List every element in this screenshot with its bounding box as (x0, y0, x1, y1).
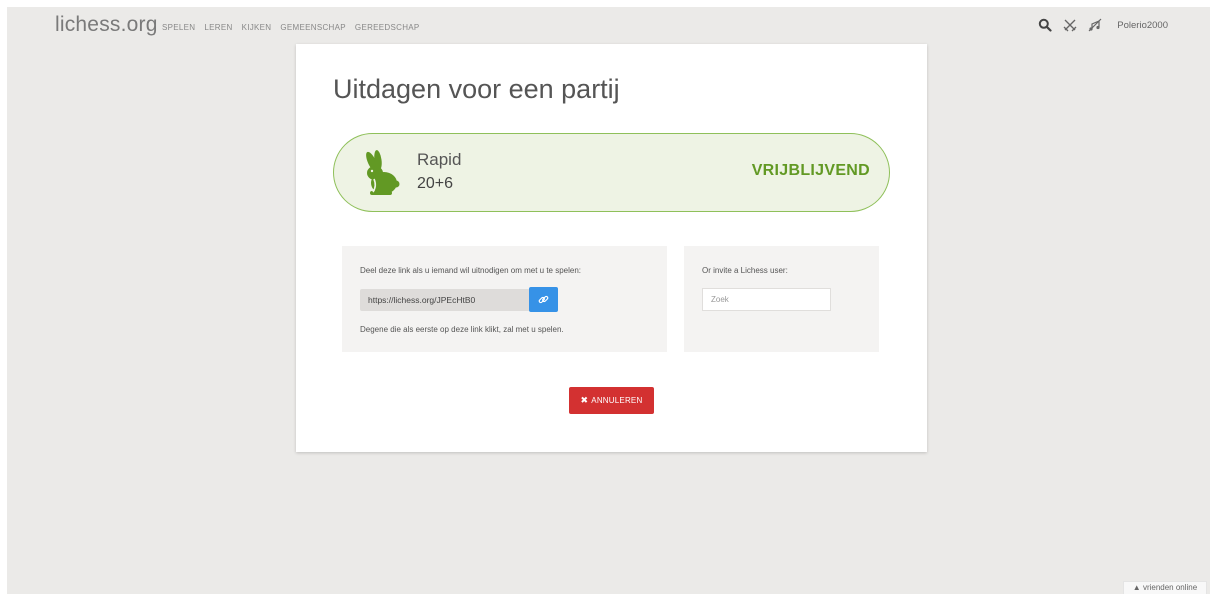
rated-mode: VRIJBLIJVEND (751, 162, 870, 179)
challenge-url-field[interactable]: https://lichess.org/JPEcHtB0 (360, 289, 530, 311)
time-control: 20+6 (417, 175, 454, 192)
cancel-label: ANNULEREN (591, 396, 643, 405)
logo-tld: .org (120, 13, 158, 36)
nav-item-spelen[interactable]: SPELEN (162, 23, 195, 32)
username-link[interactable]: Polerio2000 (1117, 20, 1168, 31)
main-nav: SPELEN LEREN KIJKEN GEMEENSCHAP GEREEDSC… (162, 23, 420, 32)
cancel-button[interactable]: ✖ ANNULEREN (569, 387, 654, 414)
friends-online-label: vrienden online (1142, 583, 1198, 592)
share-note: Degene die als eerste op deze link klikt… (360, 325, 564, 334)
close-icon: ✖ (580, 395, 589, 405)
share-instruction: Deel deze link als u iemand wil uitnodig… (360, 266, 582, 275)
header-tools: Polerio2000 (1038, 18, 1168, 32)
nav-item-gereedschap[interactable]: GEREEDSCHAP (355, 23, 420, 32)
link-icon (538, 295, 549, 304)
share-link-panel: Deel deze link als u iemand wil uitnodig… (342, 246, 667, 352)
friends-online-toggle[interactable]: ▲ vrienden online (1123, 581, 1207, 594)
logo-text: lichess (55, 13, 121, 36)
top-bar: lichess.org SPELEN LEREN KIJKEN GEMEENSC… (7, 7, 1210, 47)
challenge-card: Uitdagen voor een partij Rapid 20+6 VRIJ… (296, 44, 927, 452)
invite-label: Or invite a Lichess user: (702, 266, 788, 275)
swords-icon[interactable] (1063, 18, 1077, 32)
user-search-input[interactable]: Zoek (702, 288, 831, 311)
page-title: Uitdagen voor een partij (333, 74, 620, 104)
speed-label: Rapid (417, 150, 462, 169)
page-frame: lichess.org SPELEN LEREN KIJKEN GEMEENSC… (7, 7, 1210, 594)
copy-link-button[interactable] (529, 287, 558, 312)
sound-off-icon[interactable] (1088, 18, 1102, 32)
invite-user-panel: Or invite a Lichess user: Zoek (684, 246, 879, 352)
site-logo[interactable]: lichess.org (55, 13, 158, 37)
nav-item-leren[interactable]: LEREN (204, 23, 232, 32)
nav-item-kijken[interactable]: KIJKEN (242, 23, 272, 32)
nav-item-gemeenschap[interactable]: GEMEENSCHAP (280, 23, 346, 32)
rabbit-icon (366, 150, 400, 195)
search-icon[interactable] (1038, 18, 1052, 32)
game-setup-summary: Rapid 20+6 VRIJBLIJVEND (333, 133, 890, 212)
